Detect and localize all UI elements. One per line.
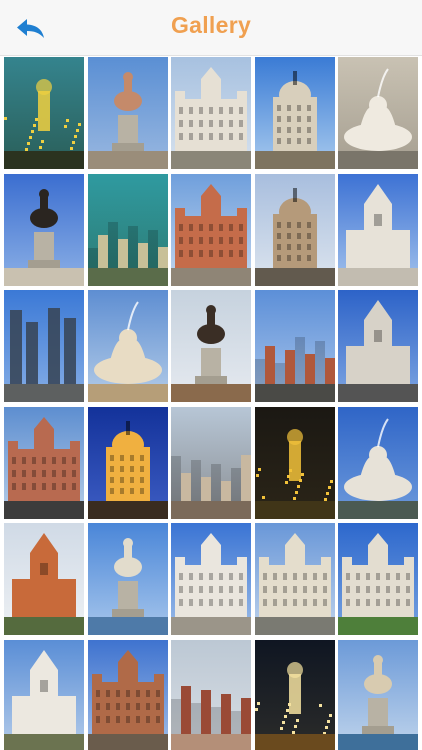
photo-street-corner[interactable]: [254, 173, 335, 286]
photo-retiro-monument[interactable]: [338, 639, 418, 750]
photo-fountain-sculpture[interactable]: [338, 57, 418, 169]
photo-las-ventas[interactable]: [87, 639, 168, 750]
photo-bear-statue[interactable]: [87, 57, 168, 169]
photo-brick-building[interactable]: [254, 290, 335, 402]
photo-palace-garden[interactable]: [338, 523, 418, 635]
photo-equestrian-statue[interactable]: [4, 173, 84, 286]
photo-metropolis-dusk[interactable]: [87, 406, 168, 519]
photo-four-towers[interactable]: [4, 290, 84, 402]
photo-monument-tower[interactable]: [171, 290, 251, 402]
photo-rooftops-teal[interactable]: [87, 173, 168, 286]
photo-night-skyline[interactable]: [4, 57, 84, 169]
photo-night-lights[interactable]: [254, 406, 335, 519]
photo-bullring[interactable]: [4, 406, 84, 519]
photo-cathedral-lamp[interactable]: [338, 173, 418, 286]
photo-retiro-pond[interactable]: [87, 523, 168, 635]
photo-cibeles-palace[interactable]: [171, 57, 251, 169]
photo-royal-palace[interactable]: [254, 523, 335, 635]
photo-lion-fountain[interactable]: [87, 290, 168, 402]
photo-grid: [4, 57, 418, 750]
photo-almudena[interactable]: [338, 290, 418, 402]
photo-plaza-mayor[interactable]: [171, 173, 251, 286]
page-title: Gallery: [170, 12, 252, 38]
photo-palace-white[interactable]: [171, 523, 251, 635]
photo-palace-front[interactable]: [4, 639, 84, 750]
photo-cibeles-fountain[interactable]: [338, 406, 418, 519]
navigation-bar: Gallery: [0, 0, 422, 56]
photo-plaza-crowd[interactable]: [171, 639, 251, 750]
photo-city-overview[interactable]: [171, 406, 251, 519]
photo-metropolis-building[interactable]: [254, 57, 335, 169]
photo-kio-towers[interactable]: [254, 639, 335, 750]
photo-clock-tower[interactable]: [4, 523, 84, 635]
